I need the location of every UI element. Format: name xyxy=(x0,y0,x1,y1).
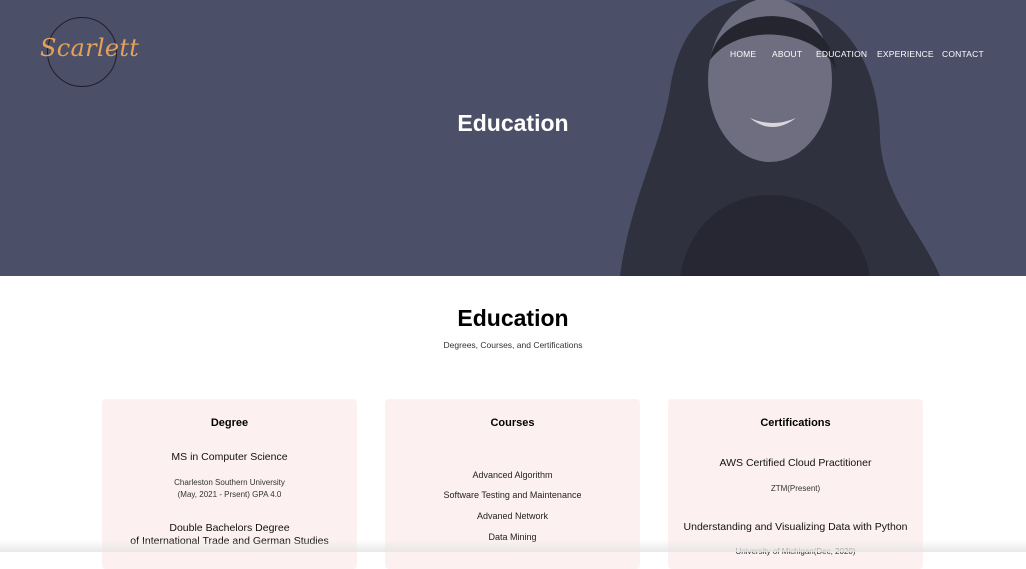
certification-detail: ZTM(Present) xyxy=(770,484,821,493)
course-item: Advaned Network xyxy=(476,511,549,521)
course-item: Software Testing and Maintenance xyxy=(443,490,582,500)
nav-contact[interactable]: CONTACT xyxy=(942,49,984,59)
nav-education[interactable]: EDUCATION xyxy=(816,49,867,59)
certification-name: Understanding and Visualizing Data with … xyxy=(683,521,908,533)
section-title: Education xyxy=(457,305,569,331)
degree-card-title: Degree xyxy=(210,417,249,429)
profile-photo xyxy=(620,0,940,276)
hero-title: Education xyxy=(457,110,569,136)
degree-school: Charleston Southern University xyxy=(174,478,285,487)
courses-card-title: Courses xyxy=(490,417,535,429)
degree-name: Double Bachelors Degree xyxy=(169,522,290,534)
nav-about[interactable]: ABOUT xyxy=(772,49,802,59)
certification-name: AWS Certified Cloud Practitioner xyxy=(719,457,872,469)
degree-name: MS in Computer Science xyxy=(171,451,288,463)
nav-home[interactable]: HOME xyxy=(730,49,756,59)
nav-experience[interactable]: EXPERIENCE xyxy=(877,49,934,59)
bottom-fade xyxy=(0,540,1026,552)
hero-banner: Scarlett HOME ABOUT EDUCATION EXPERIENCE… xyxy=(0,0,1026,276)
main-nav: HOME ABOUT EDUCATION EXPERIENCE CONTACT xyxy=(0,49,1026,63)
certifications-card-title: Certifications xyxy=(760,417,831,429)
degree-detail: (May, 2021 - Prsent) GPA 4.0 xyxy=(177,490,282,499)
course-item: Advanced Algorithm xyxy=(472,470,553,480)
section-subtitle: Degrees, Courses, and Certifications xyxy=(443,340,583,350)
